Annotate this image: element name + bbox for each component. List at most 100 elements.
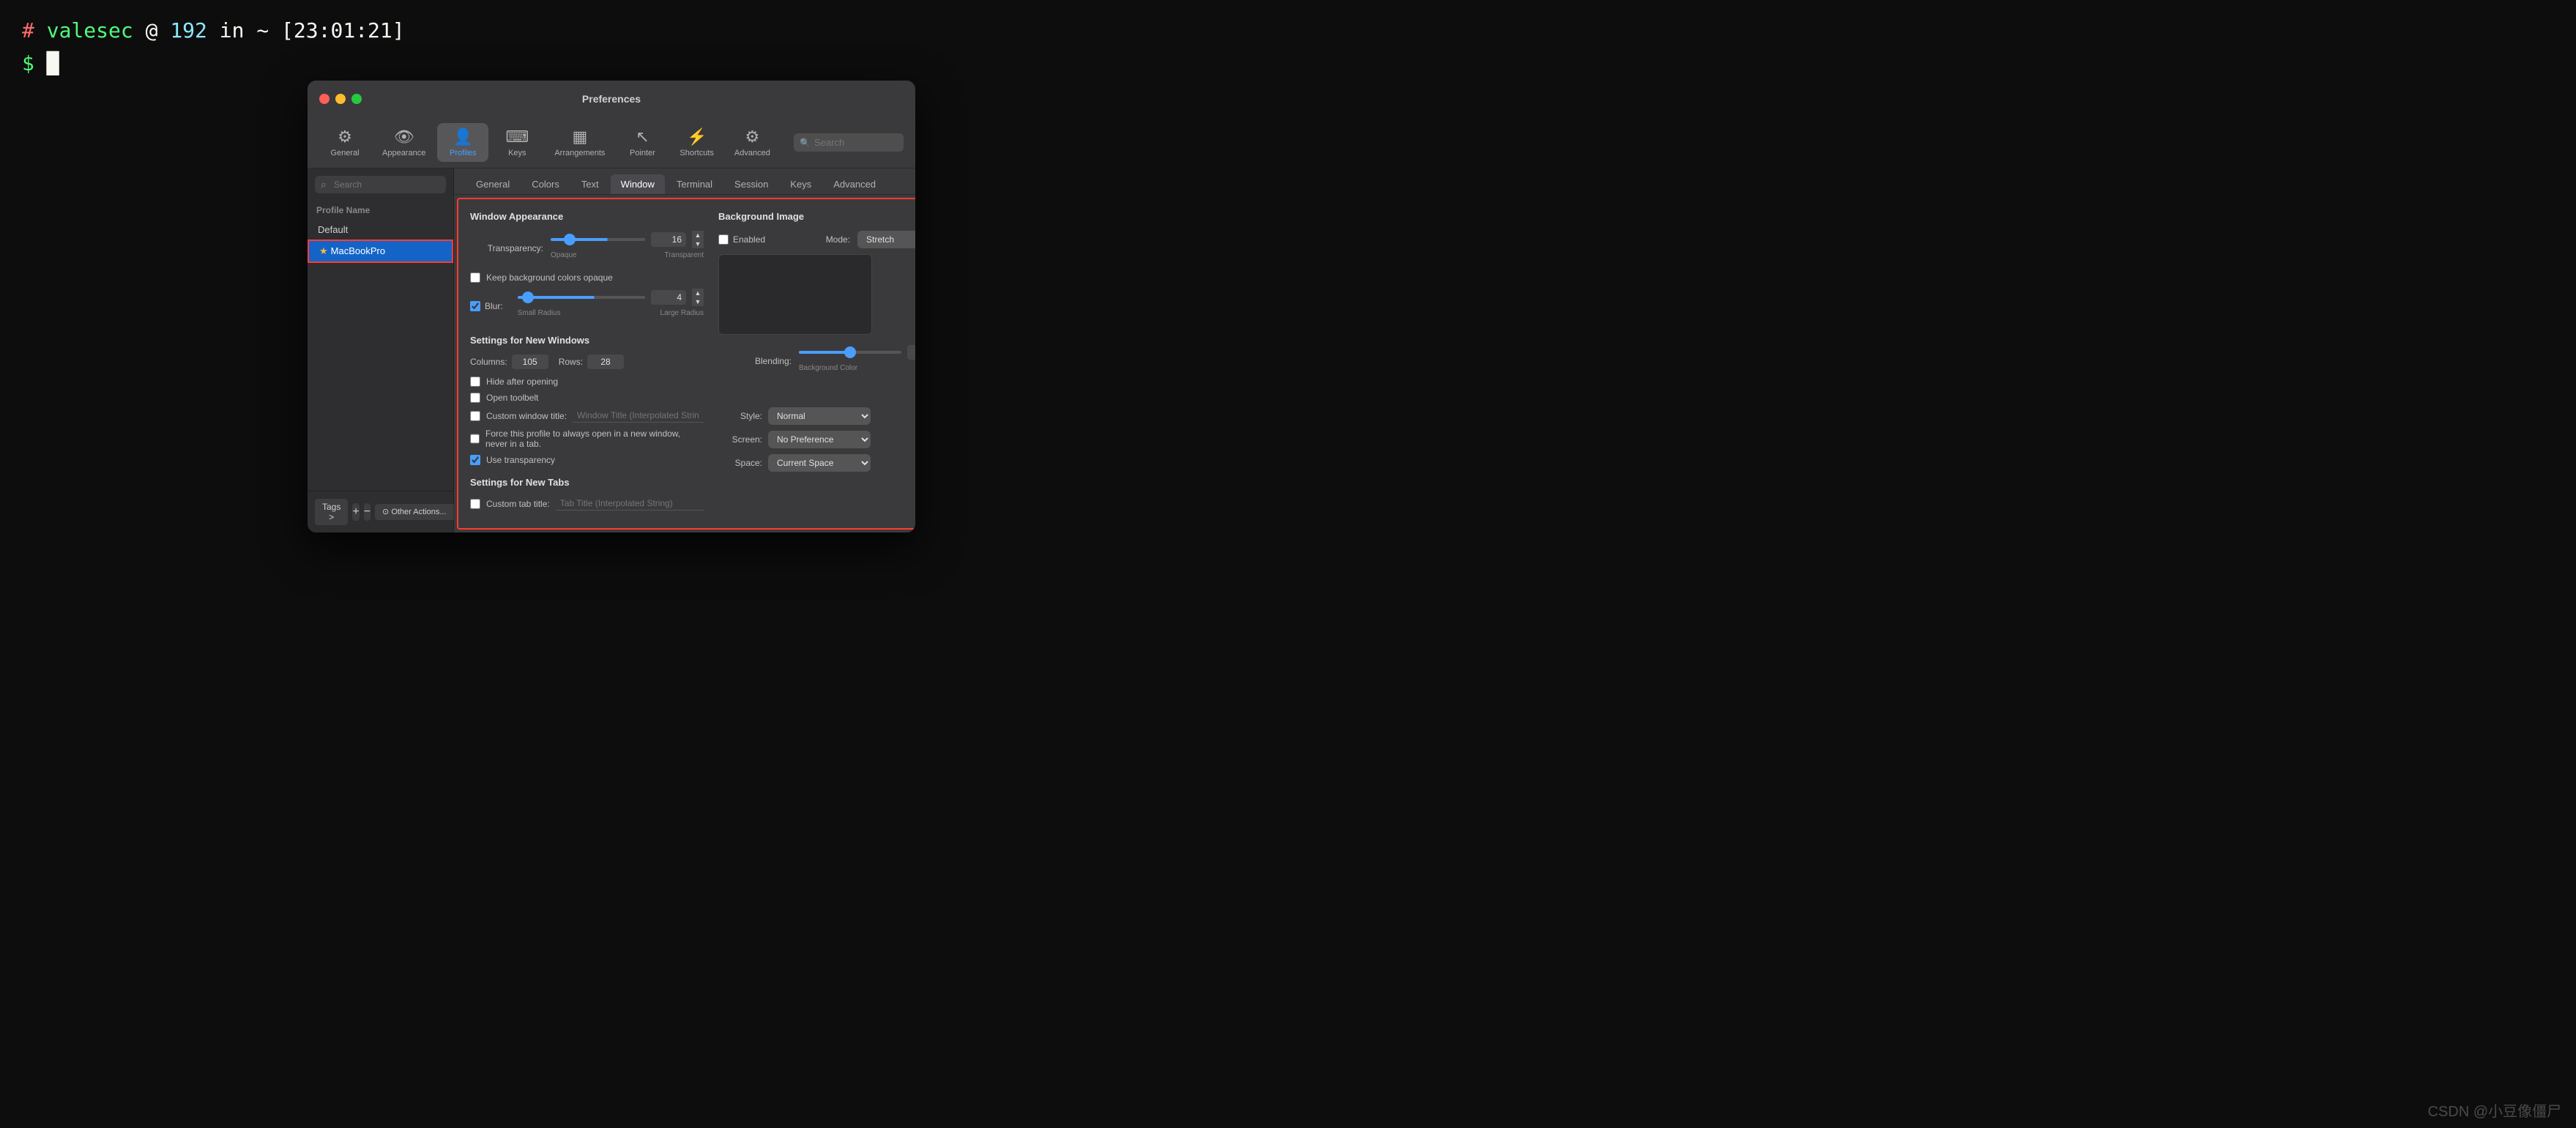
right-column: Background Image Enabled Mode: Stretch T… [718,211,915,516]
transparency-row: Transparency: ▲ ▼ [470,231,704,265]
transparency-down-btn[interactable]: ▼ [692,240,704,248]
columns-label: Columns: [470,357,507,367]
space-dropdown[interactable]: Current Space All Spaces [768,454,871,472]
custom-window-title-checkbox[interactable] [470,411,480,421]
transparency-up-btn[interactable]: ▲ [692,231,704,240]
toolbar-profiles-label: Profiles [450,149,477,157]
tags-button[interactable]: Tags > [315,499,348,525]
background-image-title: Background Image [718,211,915,222]
screen-dropdown[interactable]: No Preference Main Screen [768,431,871,448]
transparency-number[interactable] [651,232,686,247]
sidebar-search-wrap [315,176,446,193]
tab-general[interactable]: General [466,174,520,194]
style-dropdown[interactable]: Normal Full Screen Maximized [768,407,871,425]
add-profile-button[interactable]: + [352,503,359,521]
star-icon: ★ [319,245,328,256]
blending-slider[interactable] [799,351,901,354]
columns-input[interactable] [512,355,548,369]
sidebar-search-input[interactable] [315,176,446,193]
custom-tab-title-checkbox[interactable] [470,499,480,509]
toolbar-arrangements-label: Arrangements [554,149,605,157]
columns-rows-row: Columns: Rows: [470,355,704,369]
tab-text[interactable]: Text [571,174,609,194]
toolbar-item-pointer[interactable]: ↖ Pointer [617,123,668,162]
window-appearance-title: Window Appearance [470,211,704,222]
blending-number[interactable] [907,345,915,360]
screen-row: Screen: No Preference Main Screen [718,431,915,448]
hide-after-checkbox[interactable] [470,376,480,387]
mode-dropdown[interactable]: Stretch Tile Scale to Fill Scale to Fit [857,231,915,248]
blur-number[interactable] [651,290,686,305]
style-label: Style: [718,411,762,421]
toolbar-item-appearance[interactable]: 👁 Appearance [373,123,434,162]
toolbar-appearance-label: Appearance [382,149,425,157]
transparency-min-label: Opaque [551,251,577,259]
custom-tab-title-row: Custom tab title: [470,497,704,511]
content-area: Window Appearance Transparency: ▲ [457,198,915,530]
grid-icon: ▦ [572,127,587,146]
tab-keys[interactable]: Keys [780,174,822,194]
settings-new-windows-title: Settings for New Windows [470,335,704,346]
custom-window-title-row: Custom window title: [470,409,704,423]
custom-window-title-input[interactable] [573,409,704,423]
pointer-icon: ↖ [636,127,649,146]
use-transparency-checkbox[interactable] [470,455,480,465]
term-at: @ [146,18,158,42]
blur-down-btn[interactable]: ▼ [692,297,704,306]
toolbar-item-keys[interactable]: ⌨ Keys [491,123,543,162]
close-button[interactable] [319,94,330,104]
blur-up-btn[interactable]: ▲ [692,289,704,297]
tab-session[interactable]: Session [724,174,778,194]
toolbar-keys-label: Keys [508,149,526,157]
profile-item-macbookpro[interactable]: ★MacBookPro [308,240,453,263]
toolbar-item-shortcuts[interactable]: ⚡ Shortcuts [671,123,722,162]
window-controls [319,94,362,104]
rows-input[interactable] [587,355,624,369]
transparency-slider[interactable] [551,238,645,241]
open-toolbelt-checkbox[interactable] [470,393,480,403]
screen-label: Screen: [718,434,762,445]
blur-checkbox[interactable] [470,301,480,311]
blur-stepper: ▲ ▼ [692,289,704,306]
blur-slider[interactable] [518,296,645,299]
transparency-stepper: ▲ ▼ [692,231,704,248]
force-new-window-checkbox[interactable] [470,434,480,444]
terminal-line-1: # valesec @ 192 in ~ [23:01:21] [22,15,2554,48]
tab-advanced[interactable]: Advanced [823,174,886,194]
toolbar-item-advanced[interactable]: ⚙ Advanced [726,123,779,162]
blur-label: Blur: [485,301,503,311]
force-new-window-label: Force this profile to always open in a n… [485,428,704,449]
blur-row: Blur: ▲ ▼ [470,289,704,323]
minimize-button[interactable] [335,94,346,104]
left-column: Window Appearance Transparency: ▲ [470,211,704,516]
keep-bg-checkbox[interactable] [470,272,480,283]
transparency-max-label: Transparent [664,251,704,259]
term-prompt: $ [22,51,34,75]
tab-terminal[interactable]: Terminal [666,174,723,194]
maximize-button[interactable] [351,94,362,104]
profile-list-header: Profile Name [308,201,453,220]
tab-window[interactable]: Window [611,174,665,194]
other-actions-select[interactable]: ⊙ Other Actions... [375,504,464,520]
toolbar-item-profiles[interactable]: 👤 Profiles [437,123,488,162]
toolbar-item-general[interactable]: ⚙ General [319,123,371,162]
toolbar-item-arrangements[interactable]: ▦ Arrangements [546,123,614,162]
custom-tab-title-label: Custom tab title: [486,499,550,509]
keep-bg-label: Keep background colors opaque [486,272,613,283]
toolbar-search-input[interactable] [794,133,904,152]
profile-item-default[interactable]: Default [308,220,453,240]
bg-image-enabled-label: Enabled [733,234,765,245]
enabled-area: Enabled [718,234,765,245]
remove-profile-button[interactable]: − [364,503,371,521]
transparency-slider-row: ▲ ▼ [551,231,704,248]
advanced-gear-icon: ⚙ [745,127,759,146]
window-title: Preferences [582,93,641,105]
blending-label: Blending: [718,356,792,366]
custom-tab-title-input[interactable] [556,497,704,511]
toolbar-advanced-label: Advanced [734,149,770,157]
force-new-window-row: Force this profile to always open in a n… [470,428,704,449]
bg-image-enabled-checkbox[interactable] [718,234,729,245]
custom-window-title-label: Custom window title: [486,411,567,421]
tab-colors[interactable]: Colors [521,174,570,194]
keyboard-icon: ⌨ [505,127,529,146]
